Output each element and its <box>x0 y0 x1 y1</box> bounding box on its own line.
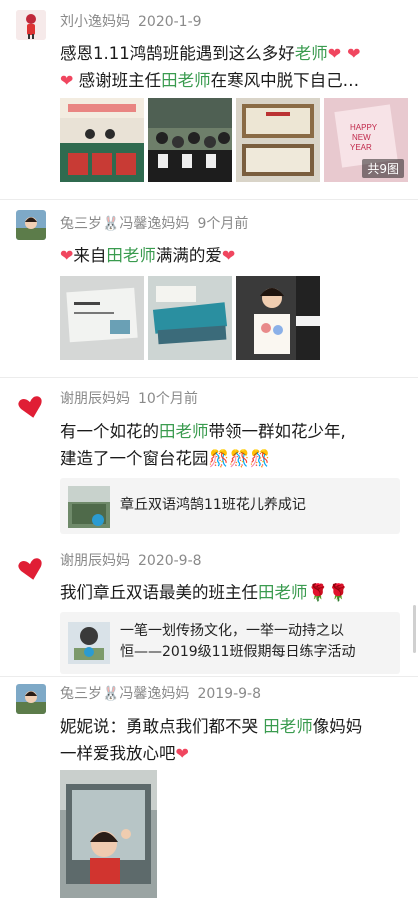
author-name[interactable]: 谢朋辰妈妈 <box>60 391 130 407</box>
divider <box>0 199 418 200</box>
avatar-image <box>16 10 46 40</box>
post-meta: 兔三岁🐰冯馨逸妈妈 2019-9-8 <box>60 683 261 703</box>
post-meta: 兔三岁🐰冯馨逸妈妈 9个月前 <box>60 213 248 233</box>
avatar-image <box>16 684 46 714</box>
highlight-teacher[interactable]: 老师 <box>295 44 328 63</box>
text-segment: 带领一群如花少年, <box>208 422 346 441</box>
post-text[interactable]: 感恩1.11鸿鹄班能遇到这么多好老师❤ ❤ ❤ 感谢班主任田老师在寒风中脱下自己… <box>60 40 405 94</box>
text-segment: 在寒风中脱下自己… <box>210 71 360 90</box>
heart-icon: ❤ <box>175 744 189 763</box>
post-time: 2019-9-8 <box>197 686 261 702</box>
photo-thumbnail[interactable] <box>236 276 320 360</box>
photo-thumbnail[interactable] <box>236 98 320 182</box>
post-meta: 谢朋辰妈妈 2020-9-8 <box>60 550 202 570</box>
text-segment: 感恩1.11鸿鹄班能遇到这么多好 <box>60 44 295 63</box>
author-name[interactable]: 刘小逸妈妈 <box>60 14 130 30</box>
heart-avatar-icon <box>18 396 42 418</box>
post-text[interactable]: 有一个如花的田老师带领一群如花少年, 建造了一个窗台花园🎊🎊🎊 <box>60 418 405 472</box>
post-time: 9个月前 <box>197 216 249 232</box>
photo-thumbnail[interactable] <box>148 276 232 360</box>
link-thumbnail <box>68 622 110 664</box>
heart-icon: ❤ <box>60 246 74 265</box>
avatar-image <box>16 210 46 240</box>
avatar[interactable] <box>16 554 46 584</box>
photo-thumbnail[interactable] <box>60 276 144 360</box>
photo[interactable] <box>60 770 157 898</box>
text-segment: 妮妮说：勇敢点我们都不哭 <box>60 717 264 736</box>
text-segment: 像妈妈 <box>312 717 363 736</box>
link-title: 章丘双语鸿鹄11班花儿养成记 <box>120 497 306 513</box>
text-segment: 建造了一个窗台花园🎊🎊🎊 <box>60 449 271 468</box>
post-meta: 刘小逸妈妈 2020-1-9 <box>60 11 202 31</box>
text-segment: 一样爱我放心吧 <box>60 744 176 763</box>
avatar[interactable] <box>16 392 46 422</box>
shared-link-card[interactable]: 章丘双语鸿鹄11班花儿养成记 <box>60 478 400 534</box>
post-time: 2020-1-9 <box>138 14 202 30</box>
svg-text:YEAR: YEAR <box>350 143 372 152</box>
heart-avatar-icon <box>18 558 42 580</box>
highlight-teacher[interactable]: 田老师 <box>159 422 209 441</box>
link-title: 一笔一划传扬文化，一举一动持之以 恒——2019级11班假期每日练字活动 <box>120 621 355 663</box>
divider <box>0 676 418 677</box>
text-segment: 感谢班主任 <box>78 71 162 90</box>
author-name[interactable]: 谢朋辰妈妈 <box>60 553 130 569</box>
highlight-teacher[interactable]: 田老师 <box>258 583 308 602</box>
heart-icon: ❤ <box>221 246 236 265</box>
post-time: 10个月前 <box>138 391 198 407</box>
post-time: 2020-9-8 <box>138 553 202 569</box>
text-segment: 我们章丘双语最美的班主任 <box>60 583 258 602</box>
avatar[interactable] <box>16 210 46 240</box>
photo-count-badge: 共9图 <box>362 159 404 178</box>
avatar[interactable] <box>16 684 46 714</box>
text-segment: 满满的爱 <box>155 246 222 265</box>
photo-thumbnail[interactable]: HAPPY NEW YEAR 共9图 <box>324 98 408 182</box>
scrollbar[interactable] <box>413 605 416 653</box>
post-text[interactable]: 我们章丘双语最美的班主任田老师🌹🌹 <box>60 579 405 606</box>
link-title-line: 恒——2019级11班假期每日练字活动 <box>120 644 356 660</box>
avatar[interactable] <box>16 10 46 40</box>
photo-thumbnail[interactable] <box>148 98 232 182</box>
link-thumbnail <box>68 486 110 528</box>
photo-thumbnail[interactable] <box>60 98 144 182</box>
svg-text:NEW: NEW <box>352 133 371 142</box>
link-title-line: 一笔一划传扬文化，一举一动持之以 <box>120 623 344 639</box>
svg-text:HAPPY: HAPPY <box>350 123 378 132</box>
highlight-teacher[interactable]: 田老师 <box>263 717 313 736</box>
post-text[interactable]: 妮妮说：勇敢点我们都不哭 田老师像妈妈 一样爱我放心吧❤ <box>60 713 405 767</box>
highlight-teacher[interactable]: 田老师 <box>106 246 156 265</box>
heart-icon: ❤ <box>60 71 74 90</box>
post-meta: 谢朋辰妈妈 10个月前 <box>60 388 198 408</box>
author-name[interactable]: 兔三岁🐰冯馨逸妈妈 <box>60 686 189 702</box>
author-name[interactable]: 兔三岁🐰冯馨逸妈妈 <box>60 216 189 232</box>
rose-emoji: 🌹🌹 <box>307 583 349 602</box>
text-segment: 有一个如花的 <box>60 422 159 441</box>
highlight-teacher[interactable]: 田老师 <box>161 71 211 90</box>
shared-link-card[interactable]: 一笔一划传扬文化，一举一动持之以 恒——2019级11班假期每日练字活动 <box>60 612 400 674</box>
post-text[interactable]: ❤来自田老师满满的爱❤ <box>60 242 405 269</box>
heart-icon: ❤ <box>327 44 342 63</box>
text-segment: 来自 <box>73 246 107 265</box>
divider <box>0 377 418 378</box>
heart-icon: ❤ <box>347 44 361 63</box>
